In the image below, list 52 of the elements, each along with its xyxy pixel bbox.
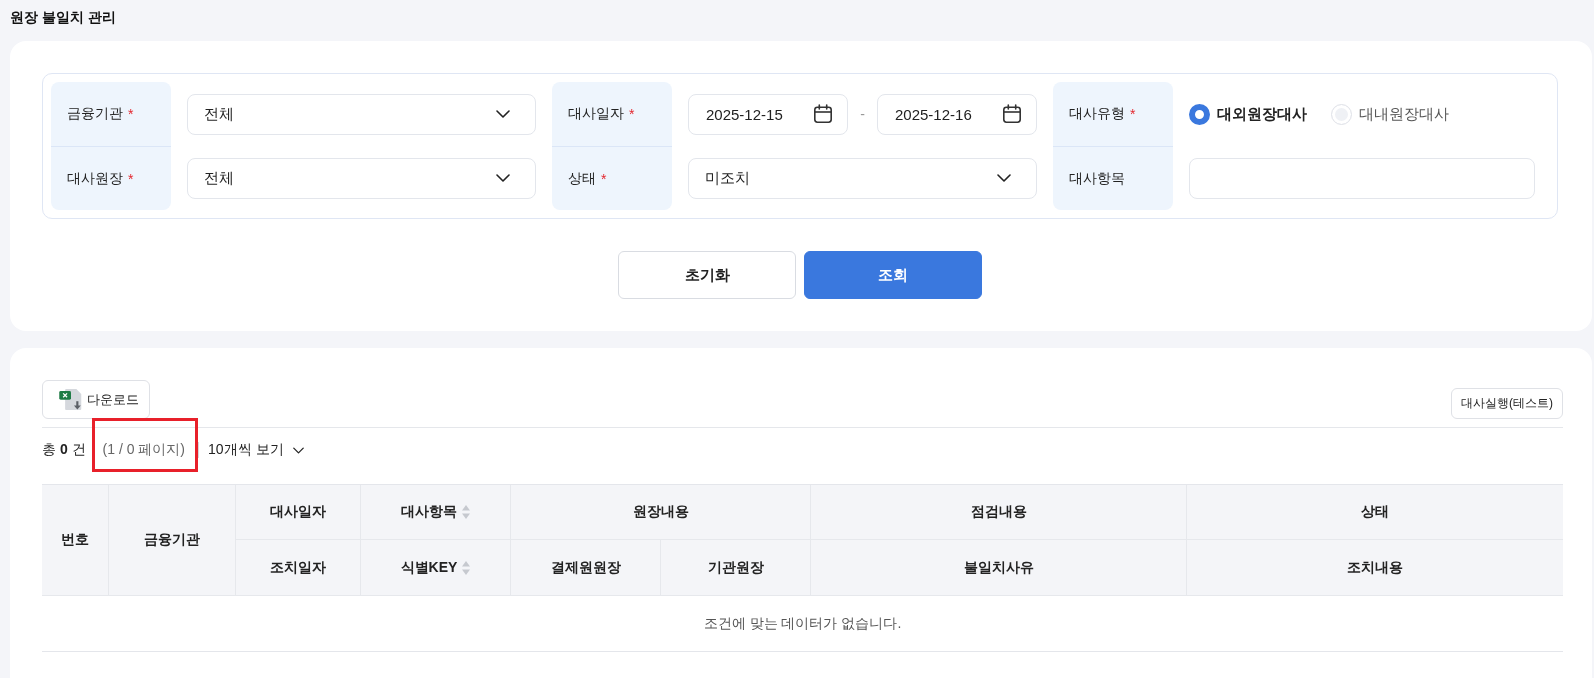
chevron-down-icon: [997, 174, 1011, 182]
select-field[interactable]: 미조치: [688, 157, 1037, 199]
calendar-icon[interactable]: [813, 104, 833, 124]
column-header: 상태: [1361, 503, 1389, 521]
radio-label[interactable]: 대외원장대사: [1217, 104, 1307, 124]
spreadsheet-download-icon: [59, 388, 82, 411]
column-header: 결제원원장: [550, 558, 621, 577]
column-header: 불일치사유: [963, 558, 1034, 577]
column-header: 조치일자: [270, 558, 326, 577]
required-mark: *: [128, 170, 134, 187]
required-mark: *: [1130, 106, 1136, 122]
search-button[interactable]: 조회: [804, 251, 982, 299]
column-header: 원장내용: [632, 503, 689, 521]
column-header: 번호: [61, 531, 89, 549]
sort-icon[interactable]: [462, 505, 470, 519]
run-button[interactable]: 대사실행(테스트): [1451, 388, 1563, 419]
column-header: 점검내용: [970, 503, 1027, 521]
radio-button[interactable]: [1189, 103, 1210, 125]
select-field[interactable]: 전체: [187, 157, 536, 199]
range-separator: -: [859, 106, 866, 122]
column-header: 조치내용: [1347, 558, 1403, 577]
chevron-down-icon: [292, 446, 304, 454]
field-label: 대사원장: [67, 169, 123, 188]
text-input[interactable]: [1189, 157, 1535, 199]
field-label: 금융기관: [67, 105, 123, 123]
total-count: 총 0 건: [42, 441, 86, 459]
page-info: (1 / 0 페이지): [102, 441, 186, 459]
column-header: 금융기관: [144, 531, 200, 549]
required-mark: *: [128, 106, 134, 122]
page-title: 원장 불일치 관리: [10, 9, 116, 25]
required-mark: *: [629, 106, 635, 122]
column-header: 기관원장: [707, 558, 764, 577]
field-label: 상태: [568, 169, 596, 188]
calendar-icon[interactable]: [1002, 104, 1022, 124]
date-field[interactable]: 2025-12-16: [877, 93, 1037, 135]
date-field[interactable]: 2025-12-15: [688, 93, 848, 135]
reset-button[interactable]: 초기화: [618, 251, 796, 299]
column-header: 대사일자: [270, 503, 326, 521]
radio-label[interactable]: 대내원장대사: [1359, 104, 1449, 124]
column-header: 식별KEY: [400, 558, 458, 577]
required-mark: *: [601, 170, 607, 187]
sort-icon[interactable]: [462, 560, 471, 575]
field-label: 대사항목: [1069, 169, 1125, 188]
page-size-dropdown[interactable]: 10개씩 보기: [208, 441, 304, 459]
download-button[interactable]: 다운로드: [42, 380, 150, 419]
field-label: 대사일자: [568, 105, 624, 123]
chevron-down-icon: [496, 174, 510, 182]
column-header: 대사항목: [401, 503, 457, 521]
chevron-down-icon: [496, 110, 510, 118]
field-label: 대사유형: [1069, 105, 1125, 123]
empty-message: 조건에 맞는 데이터가 없습니다.: [703, 614, 902, 633]
select-field[interactable]: 전체: [187, 93, 536, 135]
